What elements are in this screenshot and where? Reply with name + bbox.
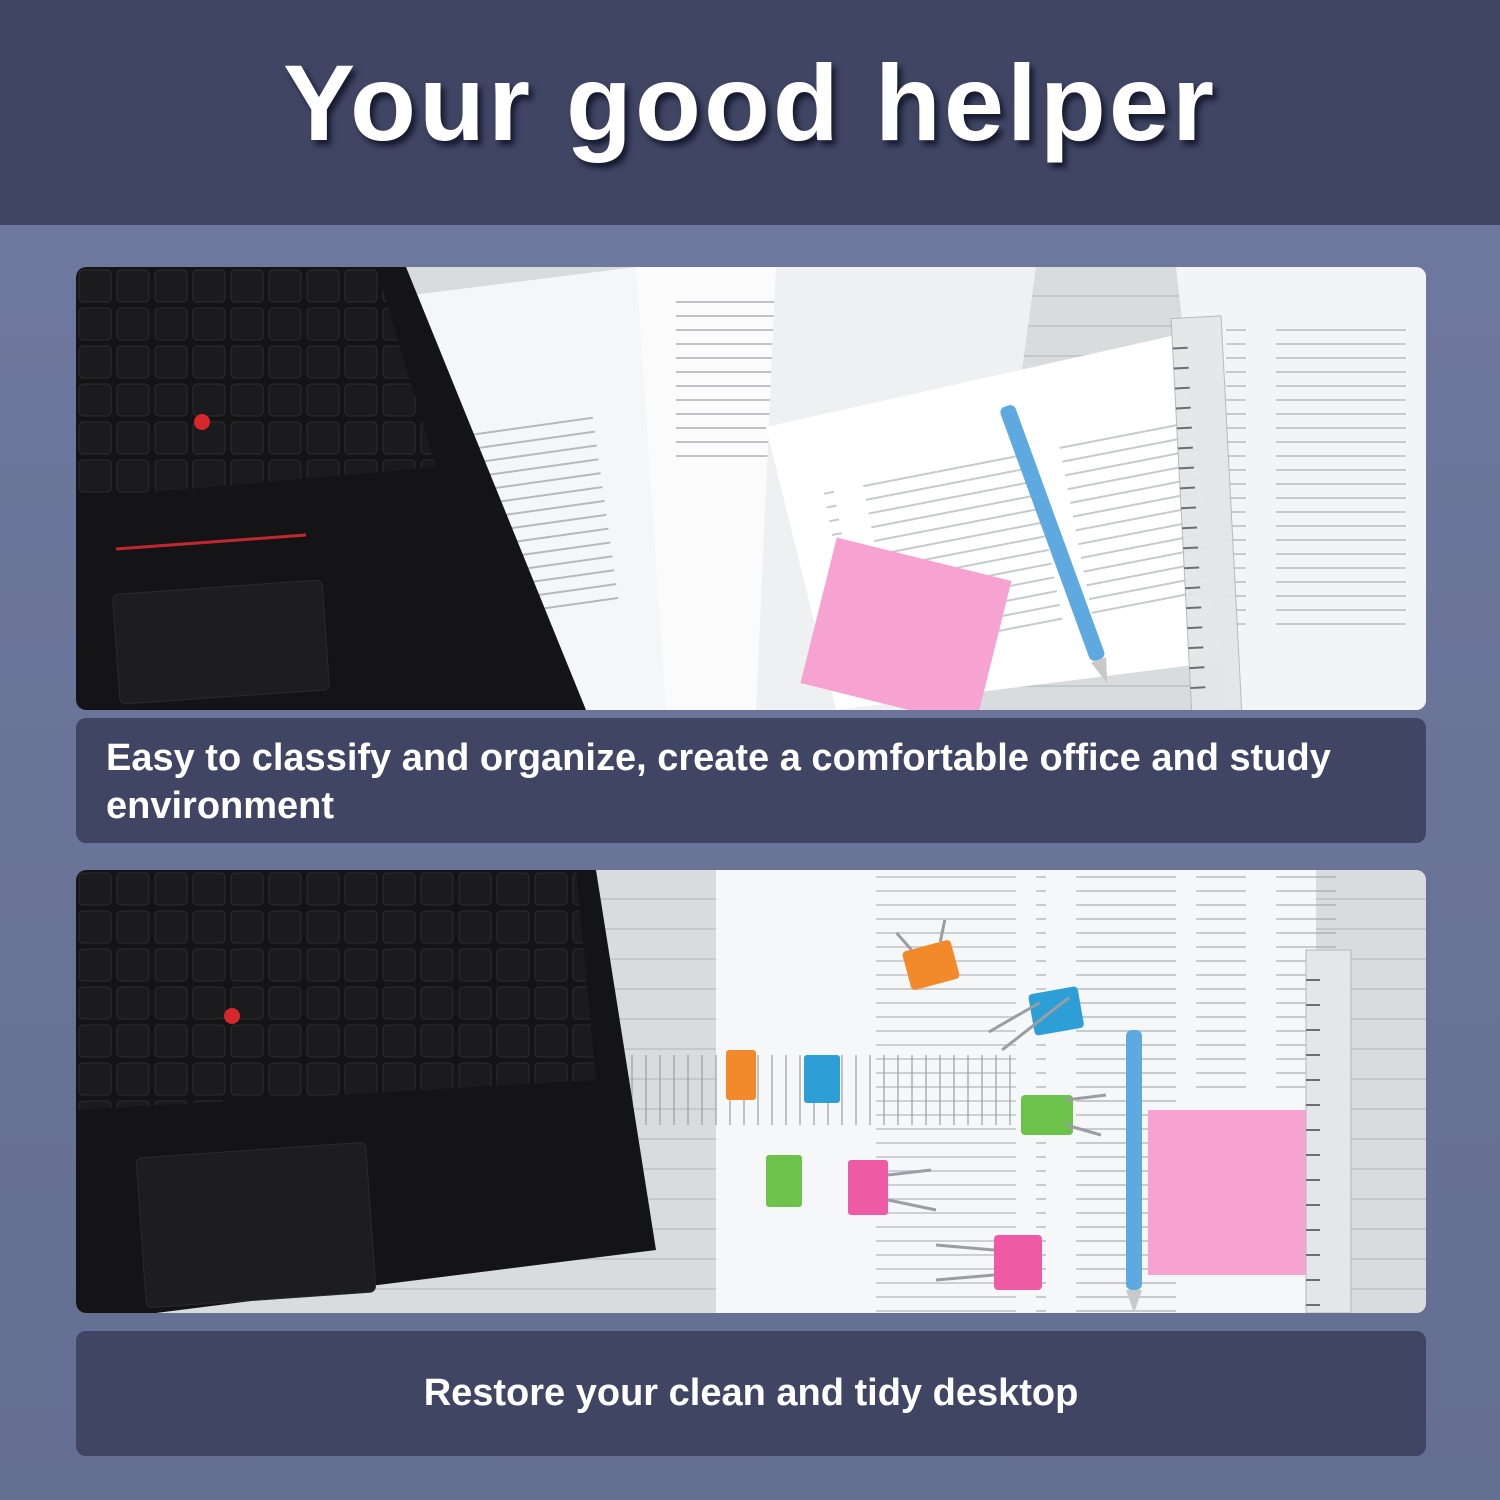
binder-clip-green-2 [766, 1155, 802, 1207]
caption-text: Easy to classify and organize, create a … [106, 737, 1331, 827]
sticky-note [1148, 1110, 1308, 1275]
laptop [76, 870, 656, 1313]
ruler [1305, 949, 1352, 1313]
binder-clip-orange-2 [726, 1050, 756, 1100]
pencil [1126, 1030, 1142, 1313]
header-banner: Your good helper [0, 0, 1500, 225]
photo-illustration [76, 267, 1426, 710]
product-photo-papers-laptop [76, 267, 1426, 710]
product-photo-binder-clips [76, 870, 1426, 1313]
caption-tidy-desktop: Restore your clean and tidy desktop [76, 1331, 1426, 1456]
photo-illustration [76, 870, 1426, 1313]
page-title: Your good helper [283, 42, 1217, 163]
caption-text: Restore your clean and tidy desktop [423, 1372, 1079, 1414]
binder-clip-blue-2 [804, 1055, 840, 1103]
caption-classify-organize: Easy to classify and organize, create a … [76, 718, 1426, 843]
